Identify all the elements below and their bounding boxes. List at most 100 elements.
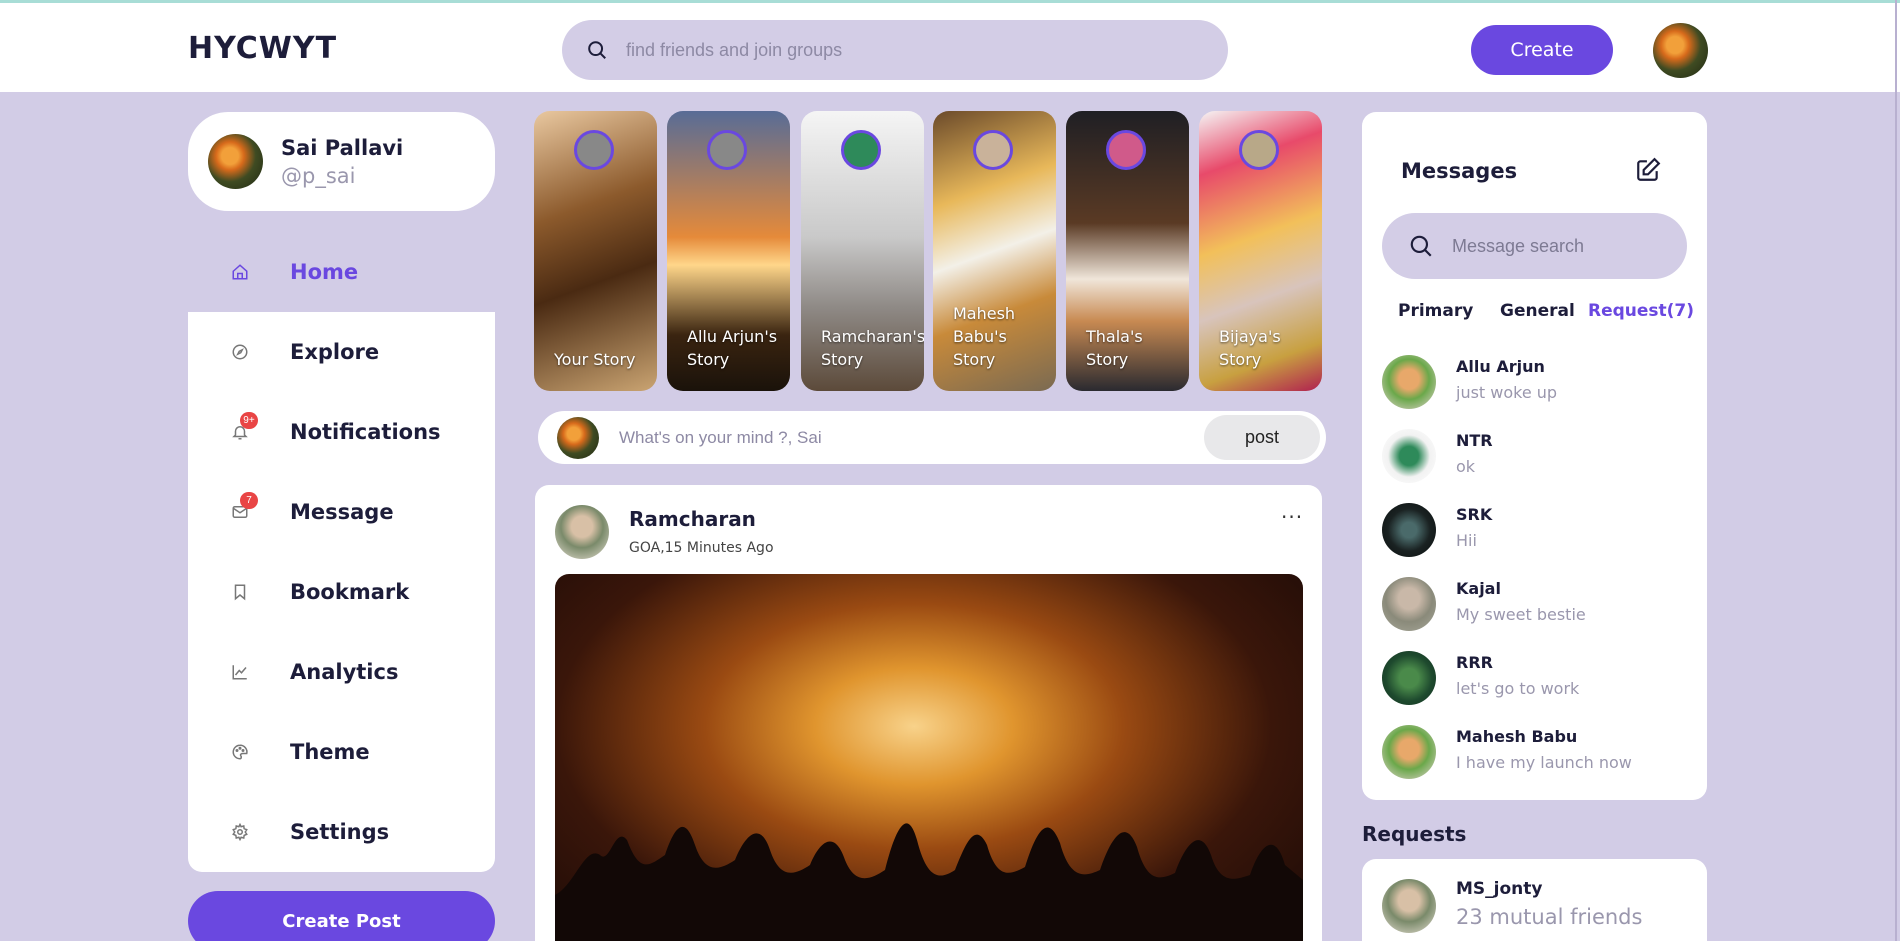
message-item[interactable]: SRK Hii bbox=[1382, 503, 1692, 577]
message-preview: I have my launch now bbox=[1456, 753, 1632, 772]
message-sender: Mahesh Babu bbox=[1456, 727, 1578, 746]
message-item[interactable]: RRR let's go to work bbox=[1382, 651, 1692, 725]
story-label: Mahesh Babu's Story bbox=[953, 304, 1016, 369]
profile-card[interactable]: Sai Pallavi @p_sai bbox=[188, 112, 495, 211]
story-label: Bijaya's Story bbox=[1219, 327, 1281, 369]
scrollbar[interactable] bbox=[1895, 0, 1897, 941]
stories-row: Your Story Allu Arjun's Story Ramcharan'… bbox=[534, 111, 1322, 391]
bookmark-icon bbox=[230, 582, 250, 602]
message-sender: SRK bbox=[1456, 505, 1493, 524]
post-button[interactable]: post bbox=[1204, 415, 1320, 460]
search-icon bbox=[1410, 235, 1432, 257]
request-name: MS_jonty bbox=[1456, 879, 1543, 899]
story-avatar bbox=[1106, 130, 1146, 170]
messages-title: Messages bbox=[1401, 159, 1518, 183]
search-bar[interactable]: find friends and join groups bbox=[562, 20, 1228, 80]
more-options-icon[interactable]: ··· bbox=[1281, 505, 1303, 529]
message-sender: Allu Arjun bbox=[1456, 357, 1545, 376]
message-avatar bbox=[1382, 429, 1436, 483]
post-author-avatar[interactable] bbox=[555, 505, 609, 559]
sidebar-item-label: Message bbox=[290, 500, 394, 524]
story-label: Allu Arjun's Story bbox=[687, 327, 778, 369]
bell-icon: 9+ bbox=[230, 412, 258, 442]
message-avatar bbox=[1382, 355, 1436, 409]
user-avatar[interactable] bbox=[1653, 23, 1708, 78]
request-avatar bbox=[1382, 879, 1436, 933]
message-avatar bbox=[1382, 651, 1436, 705]
sidebar-item-label: Theme bbox=[290, 740, 370, 764]
sidebar-item-bookmark[interactable]: Bookmark bbox=[188, 552, 495, 632]
chart-icon bbox=[230, 662, 250, 682]
story-label: Your Story bbox=[554, 350, 636, 369]
top-navbar: HYCWYT find friends and join groups Crea… bbox=[0, 0, 1900, 92]
message-avatar bbox=[1382, 725, 1436, 779]
sidebar-item-explore[interactable]: Explore bbox=[188, 312, 495, 392]
message-search-input[interactable]: Message search bbox=[1452, 236, 1584, 257]
create-button[interactable]: Create bbox=[1471, 25, 1613, 75]
requests-title: Requests bbox=[1362, 822, 1467, 846]
sidebar-item-home[interactable]: Home bbox=[188, 232, 495, 312]
story-avatar bbox=[841, 130, 881, 170]
sidebar-item-message[interactable]: 7 Message bbox=[188, 472, 495, 552]
feed-post: Ramcharan GOA,15 Minutes Ago ··· bbox=[535, 485, 1322, 941]
search-input[interactable]: find friends and join groups bbox=[626, 40, 842, 61]
message-avatar bbox=[1382, 503, 1436, 557]
sidebar-item-theme[interactable]: Theme bbox=[188, 712, 495, 792]
sidebar-item-settings[interactable]: Settings bbox=[188, 792, 495, 872]
story-label: Ramcharan's Story bbox=[821, 327, 924, 369]
palette-icon bbox=[230, 742, 250, 762]
tab-primary[interactable]: Primary bbox=[1398, 301, 1473, 321]
post-author[interactable]: Ramcharan bbox=[629, 507, 756, 531]
app-logo[interactable]: HYCWYT bbox=[188, 31, 337, 66]
story-card[interactable]: Ramcharan's Story bbox=[801, 111, 924, 391]
edit-icon[interactable] bbox=[1635, 157, 1661, 183]
message-sender: RRR bbox=[1456, 653, 1493, 672]
message-list: Allu Arjun just woke up NTR ok SRK Hii K… bbox=[1382, 355, 1692, 799]
message-preview: let's go to work bbox=[1456, 679, 1580, 698]
mail-icon: 7 bbox=[230, 492, 258, 522]
story-avatar bbox=[973, 130, 1013, 170]
sidebar-item-label: Analytics bbox=[290, 660, 399, 684]
compass-icon bbox=[230, 342, 250, 362]
message-avatar bbox=[1382, 577, 1436, 631]
message-search[interactable]: Message search bbox=[1382, 213, 1687, 279]
request-mutual-friends: 23 mutual friends bbox=[1456, 905, 1643, 929]
message-sender: NTR bbox=[1456, 431, 1493, 450]
message-item[interactable]: NTR ok bbox=[1382, 429, 1692, 503]
message-preview: My sweet bestie bbox=[1456, 605, 1586, 624]
story-card[interactable]: Your Story bbox=[534, 111, 657, 391]
tab-request[interactable]: Request(7) bbox=[1588, 301, 1694, 321]
story-avatar bbox=[707, 130, 747, 170]
composer-avatar bbox=[557, 416, 599, 459]
profile-avatar bbox=[208, 134, 263, 189]
post-composer: What's on your mind ?, Sai post bbox=[538, 411, 1326, 464]
search-icon bbox=[588, 41, 606, 59]
sidebar-nav: Home Explore 9+ Notifications 7 Message … bbox=[188, 232, 495, 872]
sidebar-item-analytics[interactable]: Analytics bbox=[188, 632, 495, 712]
message-item[interactable]: Kajal My sweet bestie bbox=[1382, 577, 1692, 651]
gear-icon bbox=[230, 822, 250, 842]
crowd-silhouette bbox=[555, 823, 1303, 941]
sidebar-item-label: Notifications bbox=[290, 420, 441, 444]
message-preview: Hii bbox=[1456, 531, 1477, 550]
message-item[interactable]: Allu Arjun just woke up bbox=[1382, 355, 1692, 429]
tab-general[interactable]: General bbox=[1500, 301, 1575, 321]
post-image[interactable] bbox=[555, 574, 1303, 941]
request-item[interactable]: MS_jonty 23 mutual friends bbox=[1362, 859, 1707, 941]
message-preview: just woke up bbox=[1456, 383, 1558, 402]
story-card[interactable]: Mahesh Babu's Story bbox=[933, 111, 1056, 391]
message-badge: 7 bbox=[240, 492, 258, 509]
create-post-button[interactable]: Create Post bbox=[188, 891, 495, 941]
story-avatar bbox=[1239, 130, 1279, 170]
messages-panel: Messages Message search Primary General … bbox=[1362, 112, 1707, 800]
sidebar-item-label: Settings bbox=[290, 820, 390, 844]
sidebar-item-notifications[interactable]: 9+ Notifications bbox=[188, 392, 495, 472]
story-card[interactable]: Thala's Story bbox=[1066, 111, 1189, 391]
sidebar-item-label: Home bbox=[290, 260, 359, 284]
message-sender: Kajal bbox=[1456, 579, 1501, 598]
story-card[interactable]: Bijaya's Story bbox=[1199, 111, 1322, 391]
story-card[interactable]: Allu Arjun's Story bbox=[667, 111, 790, 391]
message-item[interactable]: Mahesh Babu I have my launch now bbox=[1382, 725, 1692, 799]
composer-input[interactable]: What's on your mind ?, Sai bbox=[619, 428, 1204, 448]
post-meta: GOA,15 Minutes Ago bbox=[629, 540, 774, 556]
